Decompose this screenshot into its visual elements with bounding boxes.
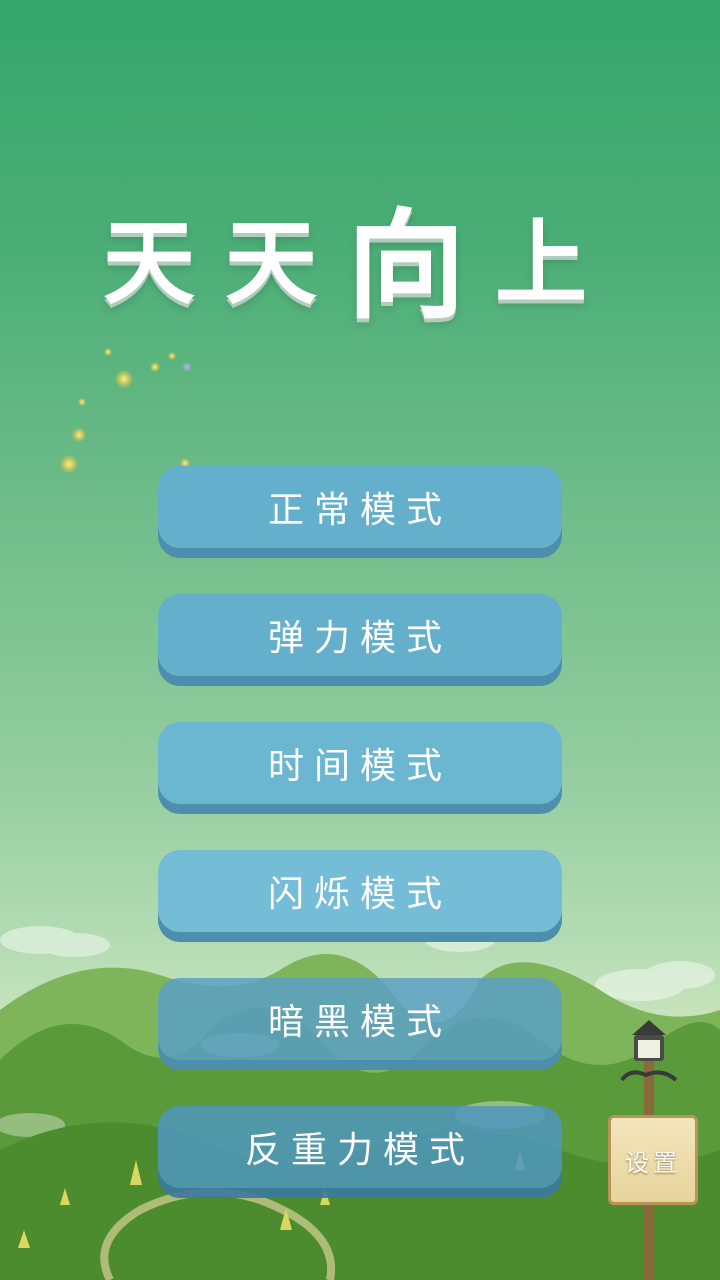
button-label: 反重力模式 xyxy=(244,1130,475,1171)
button-label: 弹力模式 xyxy=(267,618,452,659)
button-label: 暗黑模式 xyxy=(267,1002,452,1043)
normal-mode-button[interactable]: 正常模式 xyxy=(158,466,562,548)
time-mode-button[interactable]: 时间模式 xyxy=(158,722,562,804)
bounce-mode-button[interactable]: 弹力模式 xyxy=(158,594,562,676)
button-label: 正常模式 xyxy=(267,490,452,531)
title-char: 天 xyxy=(102,209,225,317)
button-label: 闪烁模式 xyxy=(267,874,452,915)
settings-label: 设置 xyxy=(625,1148,681,1177)
settings-button[interactable]: 设置 xyxy=(608,1115,698,1205)
flash-mode-button[interactable]: 闪烁模式 xyxy=(158,850,562,932)
dark-mode-button[interactable]: 暗黑模式 xyxy=(158,978,562,1060)
antigravity-mode-button[interactable]: 反重力模式 xyxy=(158,1106,562,1188)
title-char: 上 xyxy=(495,209,618,317)
button-label: 时间模式 xyxy=(267,746,452,787)
title-char: 天 xyxy=(224,209,347,317)
title-char: 向 xyxy=(347,196,496,335)
game-title: 天 天 向 上 xyxy=(80,180,640,335)
